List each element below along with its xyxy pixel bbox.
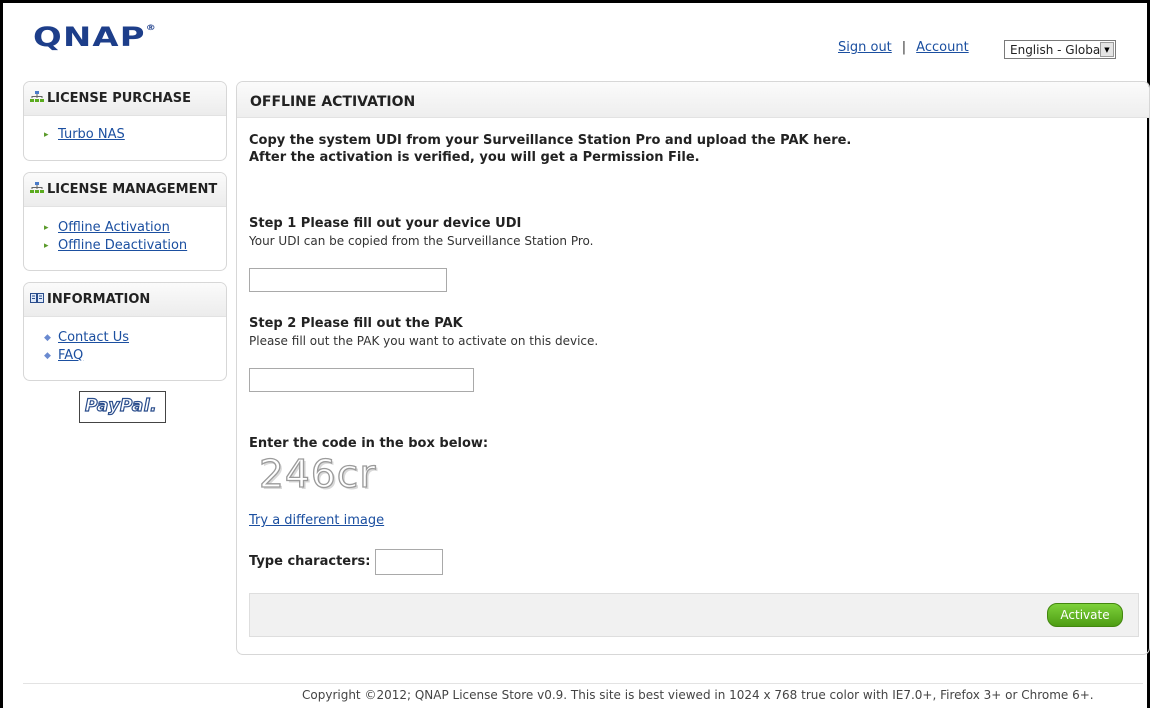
- book-icon: [30, 284, 44, 303]
- arrow-bullet-icon: ▸: [44, 241, 49, 251]
- captcha-prompt: Enter the code in the box below:: [249, 436, 489, 451]
- sidebar-item-turbo-nas[interactable]: ▸ Turbo NAS: [44, 126, 226, 144]
- footer-divider: [23, 683, 1143, 684]
- license-management-panel: LICENSE MANAGEMENT ▸ Offline Activation ▸…: [23, 172, 227, 271]
- step1-description: Your UDI can be copied from the Surveill…: [249, 234, 594, 248]
- pak-input[interactable]: [249, 368, 474, 392]
- dropdown-arrow-icon[interactable]: ▼: [1100, 42, 1114, 57]
- header-separator: |: [901, 40, 907, 55]
- paypal-button[interactable]: PayPal.: [79, 391, 166, 423]
- footer-copyright: Copyright ©2012; QNAP License Store v0.9…: [302, 688, 1094, 702]
- step1-title: Step 1 Please fill out your device UDI: [249, 216, 522, 231]
- intro-line-2: After the activation is verified, you wi…: [249, 150, 700, 165]
- activate-button[interactable]: Activate: [1047, 603, 1123, 627]
- step2-title: Step 2 Please fill out the PAK: [249, 316, 463, 331]
- action-bar: Activate: [249, 593, 1139, 637]
- information-header: INFORMATION: [24, 283, 226, 317]
- intro-text: Copy the system UDI from your Surveillan…: [249, 132, 851, 166]
- sitemap-icon: [30, 174, 44, 193]
- page-title: OFFLINE ACTIVATION: [237, 82, 1149, 118]
- license-management-header: LICENSE MANAGEMENT: [24, 173, 226, 207]
- sidebar-item-offline-deactivation[interactable]: ▸ Offline Deactivation: [44, 237, 226, 255]
- type-characters-label: Type characters:: [249, 554, 371, 569]
- information-panel: INFORMATION ◆ Contact Us ◆ FAQ: [23, 282, 227, 381]
- udi-input[interactable]: [249, 268, 447, 292]
- sign-out-link[interactable]: Sign out: [838, 40, 892, 55]
- qnap-logo[interactable]: QNAP®: [33, 24, 156, 52]
- sidebar-item-offline-activation[interactable]: ▸ Offline Activation: [44, 219, 226, 237]
- license-purchase-title: LICENSE PURCHASE: [47, 91, 192, 106]
- sidebar-item-faq[interactable]: ◆ FAQ: [44, 347, 226, 365]
- arrow-bullet-icon: ▸: [44, 130, 49, 140]
- language-select-value: English - Global: [1010, 43, 1104, 57]
- license-management-title: LICENSE MANAGEMENT: [47, 182, 218, 197]
- arrow-bullet-icon: ▸: [44, 223, 49, 233]
- try-different-image-link[interactable]: Try a different image: [249, 513, 384, 528]
- captcha-input[interactable]: [375, 549, 443, 575]
- step2-description: Please fill out the PAK you want to acti…: [249, 334, 599, 348]
- header-links: Sign out | Account: [838, 40, 969, 55]
- captcha-image: 246cr: [258, 451, 377, 496]
- language-select[interactable]: English - Global ▼: [1004, 40, 1116, 59]
- diamond-bullet-icon: ◆: [44, 333, 51, 343]
- diamond-bullet-icon: ◆: [44, 351, 51, 361]
- window-border-left: [0, 0, 3, 708]
- paypal-logo: PayPal.: [84, 395, 158, 416]
- account-link[interactable]: Account: [916, 40, 969, 55]
- license-purchase-header: LICENSE PURCHASE: [24, 82, 226, 116]
- sitemap-icon: [30, 83, 44, 102]
- sidebar-item-contact-us[interactable]: ◆ Contact Us: [44, 329, 226, 347]
- window-border-top: [0, 0, 1150, 3]
- offline-activation-panel: OFFLINE ACTIVATION Copy the system UDI f…: [236, 81, 1150, 655]
- information-title: INFORMATION: [47, 292, 151, 307]
- license-purchase-panel: LICENSE PURCHASE ▸ Turbo NAS: [23, 81, 227, 161]
- intro-line-1: Copy the system UDI from your Surveillan…: [249, 133, 852, 148]
